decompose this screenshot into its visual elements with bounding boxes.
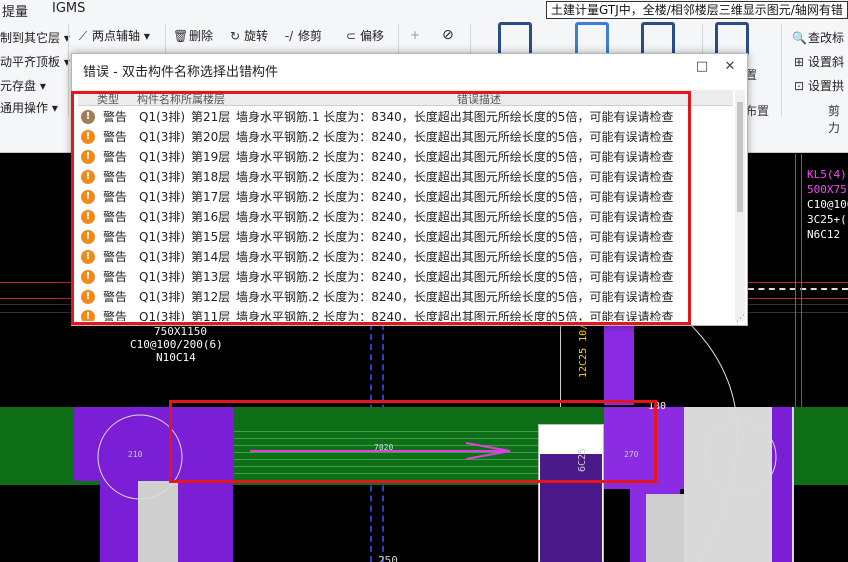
hint-banner: 土建计量GTJ中，全楼/相邻楼层三维显示图元/轴网有错: [546, 1, 848, 19]
resize-grip-icon[interactable]: ⋰: [736, 314, 745, 324]
bottom-dim-label: 250: [378, 554, 398, 562]
group-label-placement: 布置: [745, 104, 770, 118]
copy-to-other-floor-button[interactable]: 制到其它层 ▾: [0, 30, 70, 46]
rotate-button[interactable]: ↻ 旋转: [228, 28, 268, 44]
trash-icon: 🗑: [173, 29, 189, 43]
general-ops-label: 通用操作: [0, 101, 49, 115]
chevron-down-icon: ▾: [51, 101, 58, 115]
set-slope-label: 设置斜: [808, 55, 845, 69]
axis-icon: ⟋: [78, 29, 88, 43]
scrollbar-thumb[interactable]: [737, 102, 743, 212]
copy-to-floor-label: 制到其它层: [0, 31, 61, 45]
two-point-axis-label: 两点辅轴: [92, 29, 141, 43]
highlight-rect-canvas: [169, 400, 657, 483]
slope-icon: ⊞: [793, 55, 805, 69]
delete-label: 删除: [189, 29, 214, 43]
dialog-title: 错误 - 双击构件名称选择出错构件: [83, 65, 278, 80]
ribbon-separator: [781, 24, 782, 116]
element-save-button[interactable]: 元存盘 ▾: [0, 78, 46, 94]
rotate-icon: ↻: [229, 29, 241, 43]
table-icon[interactable]: [641, 22, 675, 56]
ribbon-tab-bar: 提量 IGMS 土建计量GTJ中，全楼/相邻楼层三维显示图元/轴网有错: [0, 0, 848, 20]
set-arch-button[interactable]: ⊡ 设置拱: [792, 78, 844, 94]
wall-icon[interactable]: [715, 22, 749, 56]
small-left-label: 210: [128, 450, 143, 459]
crosshair-icon[interactable]: +: [410, 27, 420, 43]
set-arch-label: 设置拱: [808, 79, 845, 93]
group-label-shear: 剪力: [828, 104, 841, 135]
chevron-down-icon: ▾: [39, 79, 46, 93]
group-label-general-ops: 通用操作 ▾: [0, 100, 58, 116]
auto-flush-label: 动平齐顶板: [0, 55, 61, 69]
offset-button[interactable]: ⊂ 偏移: [344, 28, 384, 44]
highlight-rect-dialog: [71, 91, 691, 325]
trim-label: 修剪: [298, 29, 323, 43]
property-icon[interactable]: [575, 22, 609, 56]
ribbon-separator: [68, 24, 69, 116]
element-save-label: 元存盘: [0, 79, 37, 93]
trim-icon: -/: [284, 29, 294, 43]
smart-layout-icon[interactable]: [498, 22, 532, 56]
close-button[interactable]: ✕: [722, 59, 738, 75]
measure-icon[interactable]: ⊘: [442, 27, 454, 43]
query-edit-button[interactable]: 🔍查改标: [792, 30, 844, 46]
tab-igms[interactable]: IGMS: [52, 1, 85, 16]
offset-icon: ⊂: [345, 29, 357, 43]
delete-button[interactable]: 🗑删除: [173, 28, 213, 44]
set-slope-button[interactable]: ⊞ 设置斜: [792, 54, 844, 70]
offset-label: 偏移: [360, 29, 385, 43]
two-point-axis-button[interactable]: ⟋ 两点辅轴 ▾: [76, 28, 150, 44]
chevron-down-icon: ▾: [143, 29, 150, 43]
vertical-scrollbar[interactable]: [735, 90, 745, 321]
arch-icon: ⊡: [793, 79, 805, 93]
auto-flush-top-button[interactable]: 动平齐顶板 ▾: [0, 54, 70, 70]
tab-tiliang[interactable]: 提量: [2, 1, 28, 20]
rotate-label: 旋转: [244, 29, 269, 43]
search-icon: 🔍: [792, 31, 807, 45]
maximize-button[interactable]: □: [694, 59, 710, 75]
trim-button[interactable]: -/ 修剪: [282, 28, 322, 44]
arc-line: [689, 323, 739, 562]
column-circle: [703, 420, 777, 494]
query-edit-label: 查改标: [808, 31, 845, 45]
